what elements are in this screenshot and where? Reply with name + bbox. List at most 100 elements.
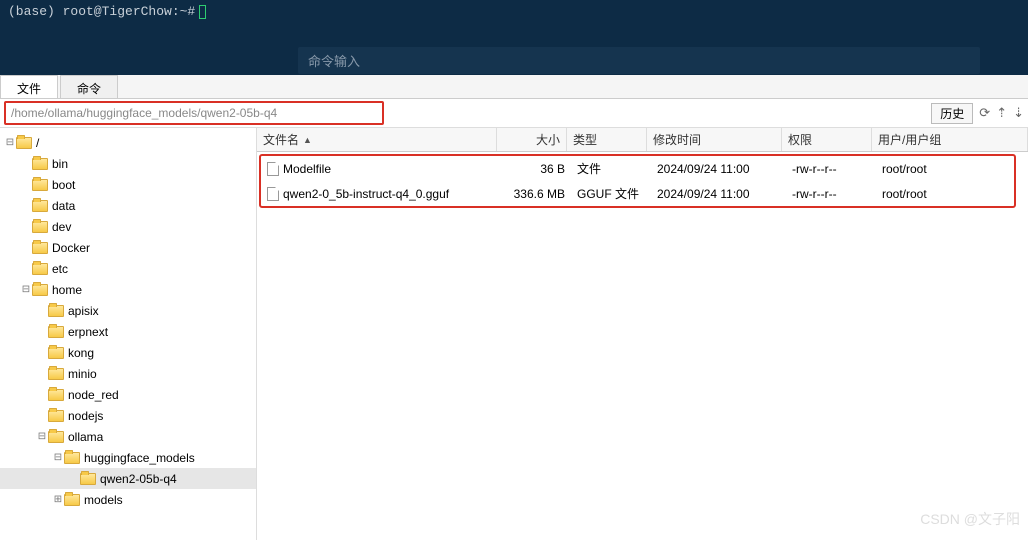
- tree-item-label: nodejs: [68, 409, 103, 423]
- cursor-icon: [199, 5, 206, 19]
- tree-item-label: ollama: [68, 430, 103, 444]
- tree-item-label: data: [52, 199, 75, 213]
- sort-asc-icon: ▲: [303, 135, 312, 145]
- expand-icon[interactable]: ⊞: [52, 494, 64, 505]
- download-icon[interactable]: ⇣: [1013, 105, 1024, 121]
- tree-item-minio[interactable]: minio: [0, 363, 256, 384]
- file-icon: [267, 187, 279, 201]
- file-owner: root/root: [876, 185, 1014, 203]
- col-size[interactable]: 大小: [497, 128, 567, 151]
- refresh-icon[interactable]: ⟳: [979, 105, 990, 121]
- command-input[interactable]: 命令输入: [298, 47, 980, 74]
- table-row[interactable]: qwen2-0_5b-instruct-q4_0.gguf 336.6 MBGGU…: [261, 181, 1014, 206]
- tree-item-home[interactable]: ⊟ home: [0, 279, 256, 300]
- expand-icon[interactable]: ⊟: [4, 137, 16, 148]
- tree-item-Docker[interactable]: Docker: [0, 237, 256, 258]
- terminal-prompt: (base) root@TigerChow:~#: [8, 4, 195, 19]
- tree-item-label: apisix: [68, 304, 99, 318]
- folder-icon: [32, 158, 48, 170]
- file-icon: [267, 162, 279, 176]
- tree-item-kong[interactable]: kong: [0, 342, 256, 363]
- tree-item-dev[interactable]: dev: [0, 216, 256, 237]
- folder-icon: [48, 368, 64, 380]
- expand-icon[interactable]: ⊟: [36, 431, 48, 442]
- panel-tabs: 文件 命令: [0, 75, 1028, 99]
- tree-item-label: erpnext: [68, 325, 108, 339]
- tree-item-nodejs[interactable]: nodejs: [0, 405, 256, 426]
- folder-icon: [32, 221, 48, 233]
- col-permissions[interactable]: 权限: [782, 128, 872, 151]
- tree-item-apisix[interactable]: apisix: [0, 300, 256, 321]
- path-input-highlight: [4, 101, 384, 125]
- tree-item-qwen2-05b-q4[interactable]: qwen2-05b-q4: [0, 468, 256, 489]
- folder-icon: [48, 389, 64, 401]
- tree-item-label: dev: [52, 220, 71, 234]
- folder-icon: [32, 263, 48, 275]
- file-size: 336.6 MB: [501, 185, 571, 203]
- file-pane: 文件名▲ 大小 类型 修改时间 权限 用户/用户组 Modelfile36 B文…: [257, 128, 1028, 540]
- tree-item-node_red[interactable]: node_red: [0, 384, 256, 405]
- tree-item-label: models: [84, 493, 123, 507]
- folder-icon: [48, 410, 64, 422]
- tree-item-label: minio: [68, 367, 97, 381]
- tree-item-huggingface_models[interactable]: ⊟ huggingface_models: [0, 447, 256, 468]
- tree-item-data[interactable]: data: [0, 195, 256, 216]
- tree-item-ollama[interactable]: ⊟ ollama: [0, 426, 256, 447]
- folder-icon: [32, 200, 48, 212]
- tree-item-label: etc: [52, 262, 68, 276]
- col-modified[interactable]: 修改时间: [647, 128, 782, 151]
- col-type[interactable]: 类型: [567, 128, 647, 151]
- file-name: Modelfile: [283, 162, 331, 176]
- tree-item-label: Docker: [52, 241, 90, 255]
- tree-item-label: node_red: [68, 388, 119, 402]
- tree-item-label: bin: [52, 157, 68, 171]
- tree-item-erpnext[interactable]: erpnext: [0, 321, 256, 342]
- col-owner[interactable]: 用户/用户组: [872, 128, 1028, 151]
- file-perm: -rw-r--r--: [786, 185, 876, 203]
- tab-file[interactable]: 文件: [0, 75, 58, 99]
- watermark: CSDN @文子阳: [920, 509, 1020, 529]
- tree-item-models[interactable]: ⊞ models: [0, 489, 256, 510]
- column-headers: 文件名▲ 大小 类型 修改时间 权限 用户/用户组: [257, 128, 1028, 152]
- path-bar: 历史 ⟳ ⇡ ⇣: [0, 99, 1028, 128]
- folder-icon: [16, 137, 32, 149]
- file-size: 36 B: [501, 160, 571, 178]
- folder-icon: [32, 284, 48, 296]
- folder-icon: [80, 473, 96, 485]
- path-input[interactable]: [7, 104, 381, 122]
- file-name: qwen2-0_5b-instruct-q4_0.gguf: [283, 187, 449, 201]
- file-owner: root/root: [876, 160, 1014, 178]
- folder-icon: [64, 494, 80, 506]
- file-type: 文件: [571, 158, 651, 179]
- file-type: GGUF 文件: [571, 183, 651, 204]
- tree-item-boot[interactable]: boot: [0, 174, 256, 195]
- history-button[interactable]: 历史: [931, 103, 973, 124]
- folder-icon: [48, 326, 64, 338]
- file-modified: 2024/09/24 11:00: [651, 185, 786, 203]
- folder-icon: [48, 347, 64, 359]
- tree-item-label: boot: [52, 178, 75, 192]
- tree-item-label: kong: [68, 346, 94, 360]
- folder-tree[interactable]: ⊟/ bin boot data dev Docker etc ⊟ home apisix erpn…: [0, 128, 257, 540]
- file-list-highlight: Modelfile 36 B文件2024/09/24 11:00-rw-r--r-…: [259, 154, 1016, 208]
- folder-icon: [48, 431, 64, 443]
- terminal-panel: (base) root@TigerChow:~# 命令输入: [0, 0, 1028, 75]
- file-modified: 2024/09/24 11:00: [651, 160, 786, 178]
- table-row[interactable]: Modelfile 36 B文件2024/09/24 11:00-rw-r--r-…: [261, 156, 1014, 181]
- tree-item-etc[interactable]: etc: [0, 258, 256, 279]
- folder-icon: [32, 242, 48, 254]
- expand-icon[interactable]: ⊟: [52, 452, 64, 463]
- file-perm: -rw-r--r--: [786, 160, 876, 178]
- folder-icon: [64, 452, 80, 464]
- tree-item-/[interactable]: ⊟/: [0, 132, 256, 153]
- tree-item-label: qwen2-05b-q4: [100, 472, 177, 486]
- upload-icon[interactable]: ⇡: [996, 105, 1007, 121]
- tab-cmd[interactable]: 命令: [60, 75, 118, 99]
- col-name[interactable]: 文件名▲: [257, 128, 497, 151]
- folder-icon: [32, 179, 48, 191]
- folder-icon: [48, 305, 64, 317]
- tree-item-label: home: [52, 283, 82, 297]
- expand-icon[interactable]: ⊟: [20, 284, 32, 295]
- tree-item-bin[interactable]: bin: [0, 153, 256, 174]
- tree-item-label: huggingface_models: [84, 451, 195, 465]
